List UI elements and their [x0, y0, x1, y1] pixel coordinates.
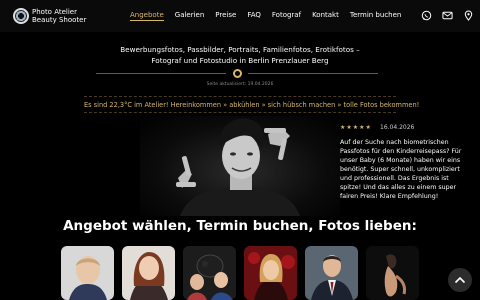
nav-item-angebote[interactable]: Angebote [130, 11, 164, 21]
offers-title: Angebot wählen, Termin buchen, Fotos lie… [63, 218, 417, 234]
nav-item-kontakt[interactable]: Kontakt [312, 11, 339, 21]
offer-thumb-family[interactable] [183, 246, 236, 300]
page-headline: Bewerbungsfotos, Passbilder, Portraits, … [80, 44, 400, 66]
ring-ornament-icon [233, 69, 242, 78]
review-date: 16.04.2026 [380, 124, 415, 131]
divider-left [96, 73, 226, 74]
offer-thumb-business[interactable] [305, 246, 358, 300]
updated-date: Seite aktualisiert: 19.04.2026 [206, 82, 274, 87]
logo-line-2: Beauty Shooter [32, 16, 87, 24]
offer-thumb-erotic[interactable] [366, 246, 419, 300]
headline-line-1: Bewerbungsfotos, Passbilder, Portraits, … [120, 45, 360, 54]
divider-right [248, 73, 378, 74]
scroll-to-top-button[interactable] [448, 268, 472, 292]
logo-text[interactable]: Photo Atelier Beauty Shooter [32, 8, 86, 24]
nav-item-faq[interactable]: FAQ [247, 11, 261, 21]
mail-icon[interactable] [442, 10, 453, 21]
offer-thumb-portrait[interactable] [122, 246, 175, 300]
whatsapp-icon[interactable] [421, 10, 432, 21]
offer-thumb-passbild[interactable] [61, 246, 114, 300]
site-header: Photo Atelier Beauty Shooter Angebote Ga… [0, 0, 480, 32]
logo-line-1: Photo Atelier [32, 8, 77, 16]
customer-review: ★★★★★ 16.04.2026 Auf der Suche nach biom… [340, 123, 470, 201]
temperature-banner: Es sind 22,3°C im Atelier! Hereinkommen … [84, 96, 419, 113]
logo-icon[interactable] [13, 8, 29, 24]
hero-photo [140, 116, 340, 216]
header-icons [421, 10, 474, 21]
headline-line-2: Fotograf und Fotostudio in Berlin Prenzl… [151, 56, 329, 65]
location-pin-icon[interactable] [463, 10, 474, 21]
offer-thumbnails [61, 246, 419, 300]
nav-item-fotograf[interactable]: Fotograf [272, 11, 301, 21]
nav-item-preise[interactable]: Preise [215, 11, 236, 21]
nav-item-galerien[interactable]: Galerien [175, 11, 205, 21]
review-text: Auf der Suche nach biometrischen Passfot… [340, 139, 462, 200]
nav-item-termin-buchen[interactable]: Termin buchen [350, 11, 401, 21]
offer-thumb-red[interactable] [244, 246, 297, 300]
chevron-up-icon [454, 276, 466, 284]
main-nav: Angebote Galerien Preise FAQ Fotograf Ko… [130, 11, 401, 21]
